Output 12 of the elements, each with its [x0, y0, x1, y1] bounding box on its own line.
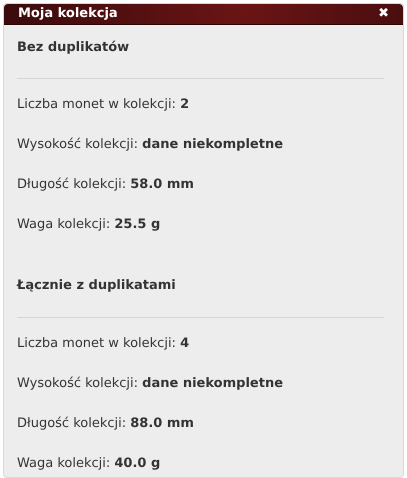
stat-text: Waga kolekcji: 25.5 g	[17, 216, 160, 234]
stat-text: Długość kolekcji: 58.0 mm	[17, 176, 194, 194]
stat-text: Waga kolekcji: 40.0 g	[17, 454, 160, 472]
stat-text: Liczba monet w kolekcji: 2	[17, 96, 190, 114]
section-heading: Bez duplikatów	[17, 38, 130, 56]
close-button[interactable]: ✖	[378, 7, 389, 20]
window-title: Moja kolekcja	[18, 5, 118, 23]
section-heading: Łącznie z duplikatami	[17, 277, 176, 295]
stat-text: Długość kolekcji: 88.0 mm	[17, 414, 194, 432]
stat-text: Wysokość kolekcji: dane niekompletne	[17, 136, 284, 154]
stat-text: Wysokość kolekcji: dane niekompletne	[17, 374, 284, 392]
stat-text: Liczba monet w kolekcji: 4	[17, 334, 190, 352]
